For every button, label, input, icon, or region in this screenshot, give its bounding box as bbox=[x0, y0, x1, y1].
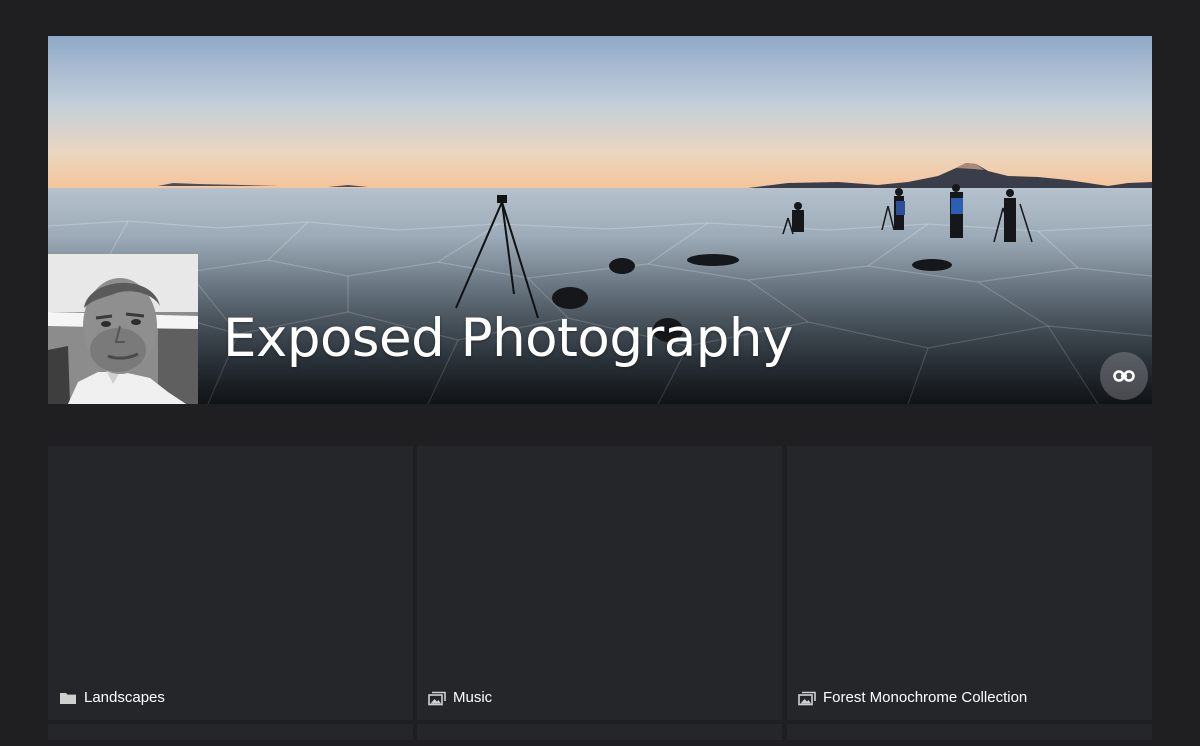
album-title: Landscapes bbox=[84, 689, 165, 706]
page-title: Exposed Photography bbox=[223, 308, 793, 369]
avatar[interactable] bbox=[48, 254, 198, 404]
album-title: Music bbox=[453, 689, 493, 706]
avatar-portrait bbox=[48, 254, 198, 404]
album-tile-forest-monochrome-collection[interactable]: Forest Monochrome Collection bbox=[787, 446, 1152, 720]
folder-icon bbox=[59, 690, 77, 706]
link-icon bbox=[1113, 370, 1135, 382]
album-tile-next-row[interactable] bbox=[417, 724, 782, 740]
share-link-button[interactable] bbox=[1100, 352, 1148, 400]
album-caption: Music bbox=[428, 689, 492, 707]
album-grid: Landscapes Music Forest Monochrome Colle… bbox=[48, 446, 1152, 746]
album-tile-next-row[interactable] bbox=[787, 724, 1152, 740]
album-tile-landscapes[interactable]: Landscapes bbox=[48, 446, 413, 720]
photo-album-icon bbox=[428, 690, 446, 706]
album-tile-next-row[interactable] bbox=[48, 724, 413, 740]
album-tile-music[interactable]: Music bbox=[417, 446, 782, 720]
album-title: Forest Monochrome Collection bbox=[823, 689, 1028, 706]
photo-album-icon bbox=[798, 690, 816, 706]
album-caption: Forest Monochrome Collection bbox=[798, 689, 1027, 707]
album-caption: Landscapes bbox=[59, 689, 165, 707]
cover-banner: Exposed Photography bbox=[48, 36, 1152, 404]
